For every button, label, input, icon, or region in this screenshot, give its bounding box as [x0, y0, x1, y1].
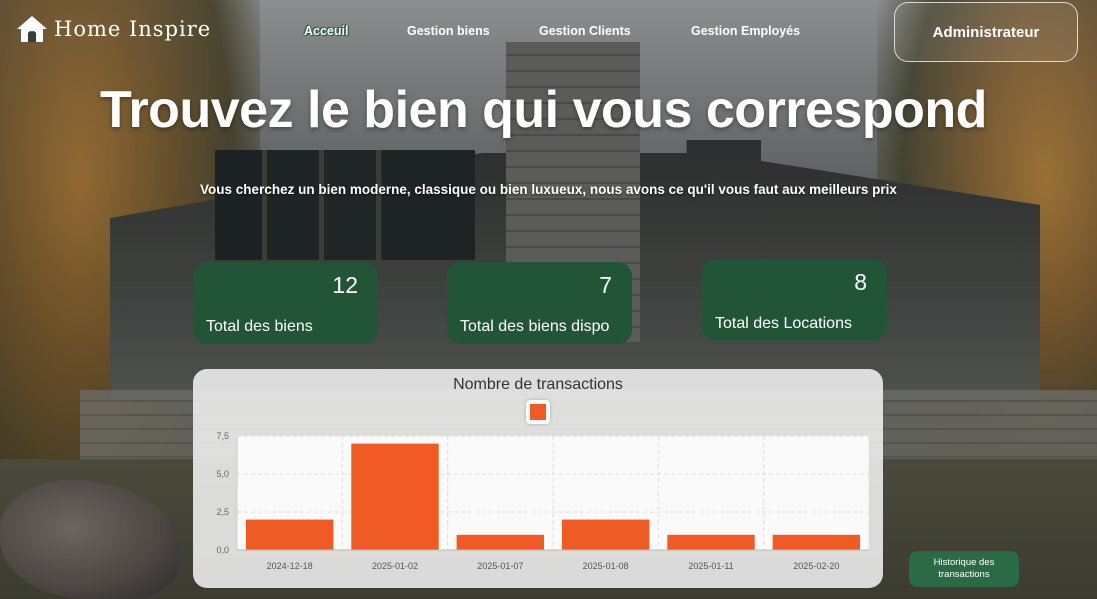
historique-transactions-button[interactable]: Historique des transactions — [909, 551, 1019, 587]
house-icon — [17, 16, 47, 42]
bar — [772, 534, 861, 550]
x-tick-label: 2025-01-02 — [372, 561, 418, 571]
bar-chart: 0,0 2,5 5,0 7,5 2024-12-18 2025-01-02 2025-01-… — [216, 431, 870, 571]
nav-accueil[interactable]: Acceuil — [304, 24, 348, 38]
x-tick-label: 2024-12-18 — [267, 561, 313, 571]
x-tick-label: 2025-01-11 — [688, 561, 733, 571]
brand-logo[interactable]: Home Inspire — [16, 15, 211, 43]
stat-value: 7 — [599, 272, 612, 298]
y-tick-label: 0,0 — [216, 545, 229, 555]
stat-card-total-locations: 8 Total des Locations — [702, 259, 887, 341]
bar — [667, 534, 755, 550]
administrateur-button[interactable]: Administrateur — [894, 2, 1078, 62]
y-tick-label: 7,5 — [216, 431, 229, 441]
transactions-chart-panel: Nombre de transactions 0,0 2,5 5,0 7,5 2024-… — [193, 369, 883, 588]
bar — [351, 443, 439, 550]
bar — [456, 534, 545, 550]
stat-label: Total des biens dispo — [460, 318, 610, 335]
bar — [561, 519, 650, 550]
stat-card-total-biens: 12 Total des biens — [193, 262, 378, 344]
bar — [245, 519, 334, 550]
x-tick-label: 2025-01-08 — [583, 561, 629, 571]
y-tick-label: 2,5 — [216, 507, 229, 517]
brand-name: Home Inspire — [54, 17, 212, 41]
stat-label: Total des Locations — [715, 315, 852, 332]
x-tick-label: 2025-02-20 — [793, 561, 839, 571]
top-header: Home Inspire Acceuil Gestion biens Gesti… — [0, 0, 1097, 70]
stat-value: 12 — [332, 272, 358, 298]
y-tick-label: 5,0 — [216, 469, 229, 479]
stat-card-biens-dispo: 7 Total des biens dispo — [447, 262, 632, 344]
x-tick-label: 2025-01-07 — [477, 561, 523, 571]
stat-value: 8 — [854, 269, 867, 295]
hero-subtitle: Vous cherchez un bien moderne, classique… — [200, 182, 897, 197]
nav-gestion-employes[interactable]: Gestion Employés — [691, 24, 800, 38]
nav-gestion-clients[interactable]: Gestion Clients — [539, 24, 631, 38]
nav-gestion-biens[interactable]: Gestion biens — [407, 24, 490, 38]
stat-label: Total des biens — [206, 318, 313, 335]
hero-title: Trouvez le bien qui vous correspond — [100, 81, 987, 139]
